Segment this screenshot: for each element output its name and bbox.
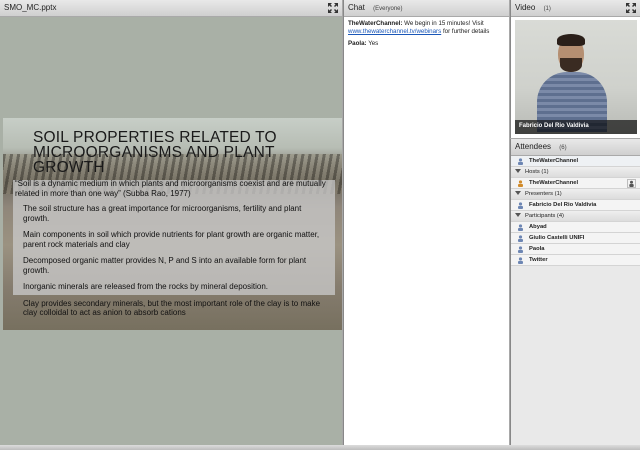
chat-text: for further details [442,28,490,35]
participant-icon [518,235,523,242]
slide-bullet: The soil structure has a great importanc… [23,204,302,223]
collapse-icon [515,213,521,218]
attendees-pod: Attendees (6) TheWaterChannel Hosts (1) … [510,139,640,445]
chat-pod-header: Chat (Everyone) [344,0,509,17]
chat-sender: Paola: [348,40,367,47]
slide-bullet: Clay provides secondary minerals, but th… [23,298,321,318]
attendee-row[interactable]: Giulio Castelli UNIFI [511,233,640,244]
attendee-list: TheWaterChannel Hosts (1) TheWaterChanne… [511,156,640,445]
section-label: Presenters (1) [525,191,562,197]
video-pod-title: Video [515,3,536,12]
host-status-icon [627,179,636,188]
attendee-name: TheWaterChannel [529,158,579,164]
video-count: (1) [543,6,551,12]
chat-message-list: TheWaterChannel: We begin in 15 minutes!… [344,17,509,55]
attendee-section-hosts[interactable]: Hosts (1) [511,167,640,178]
attendees-pod-title: Attendees [515,142,552,151]
attendee-name: Paola [529,246,545,252]
share-pod-title: SMO_MC.pptx [4,3,57,12]
attendee-name: TheWaterChannel [529,180,579,186]
attendee-row[interactable]: Paola [511,244,640,255]
section-label: Hosts (1) [525,169,549,175]
chat-scope-label[interactable]: (Everyone) [373,6,402,12]
participant-icon [518,246,523,253]
chat-link[interactable]: www.thewaterchannel.tv/webinars [348,28,441,35]
fullscreen-icon[interactable] [328,3,338,13]
chat-message: TheWaterChannel: We begin in 15 minutes!… [348,20,505,36]
chat-message: Paola: Yes [348,40,505,48]
attendee-row[interactable]: Twitter [511,255,640,266]
presentation-slide: SOIL PROPERTIES RELATED TO MICROORGANISM… [3,118,342,330]
share-pod: SMO_MC.pptx SOIL PROPERTIES RELATED TO M… [0,0,342,445]
presenter-icon [518,202,523,209]
chat-text: We begin in 15 minutes! Visit [404,20,484,27]
collapse-icon [515,169,521,174]
attendees-pod-header: Attendees (6) [511,139,640,156]
attendee-row[interactable]: Fabricio Del Rio Valdivia [511,200,640,211]
collapse-icon [515,191,521,196]
attendees-count: (6) [559,145,567,151]
user-icon [518,158,523,165]
webcam-name-label: Fabricio Del Rio Valdivia [515,120,637,134]
host-icon [518,180,523,187]
slide-bullet: Inorganic minerals are released from the… [23,282,269,291]
chat-text: Yes [368,40,379,47]
chat-pod-title: Chat [348,3,365,12]
share-pod-header: SMO_MC.pptx [0,0,342,17]
slide-quote: “Soil is a dynamic medium in which plant… [15,179,326,198]
slide-bullet: Decomposed organic matter provides N, P … [23,256,307,275]
video-pod: Video (1) Fabricio Del Rio Valdivia [510,0,640,138]
attendee-name: Twitter [529,257,548,263]
slide-bullet: Main components in soil which provide nu… [23,230,320,249]
participant-icon [518,257,523,264]
chat-pod: Chat (Everyone) TheWaterChannel: We begi… [343,0,509,445]
attendee-name: Fabricio Del Rio Valdivia [529,202,597,208]
fullscreen-icon[interactable] [626,3,636,13]
attendee-name: Abyad [529,224,547,230]
video-pod-header: Video (1) [511,0,640,17]
slide-title: SOIL PROPERTIES RELATED TO MICROORGANISM… [33,129,277,176]
status-bar [0,445,640,450]
attendee-section-presenters[interactable]: Presenters (1) [511,189,640,200]
participant-icon [518,224,523,231]
attendee-row[interactable]: TheWaterChannel [511,178,640,189]
attendee-current-user[interactable]: TheWaterChannel [511,156,640,167]
attendee-row[interactable]: Abyad [511,222,640,233]
chat-sender: TheWaterChannel: [348,20,403,27]
section-label: Participants (4) [525,213,564,219]
attendee-section-participants[interactable]: Participants (4) [511,211,640,222]
attendee-name: Giulio Castelli UNIFI [529,235,585,241]
slide-bullet-list: The soil structure has a great importanc… [23,204,329,325]
meeting-room: SMO_MC.pptx SOIL PROPERTIES RELATED TO M… [0,0,640,450]
webcam-feed[interactable]: Fabricio Del Rio Valdivia [515,20,637,134]
